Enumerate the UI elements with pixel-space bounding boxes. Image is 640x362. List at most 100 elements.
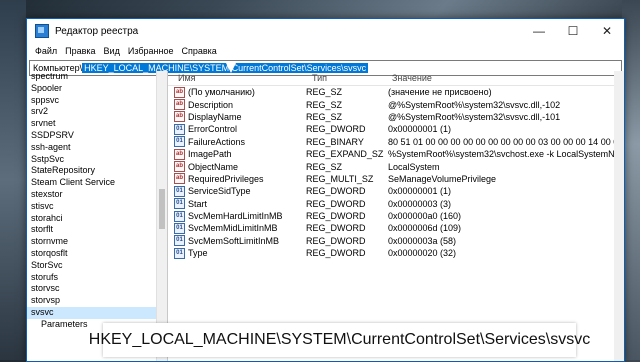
value-data: 0x000000a0 (160) <box>388 211 462 222</box>
tree-item[interactable]: srv2 <box>27 106 167 118</box>
value-row[interactable]: 01 Type REG_DWORD 0x00000020 (32) <box>168 247 624 259</box>
tree-item[interactable]: StateRepository <box>27 165 167 177</box>
string-value-icon: ab <box>174 99 185 111</box>
minimize-button[interactable]: — <box>522 19 556 43</box>
value-data: 0x00000001 (1) <box>388 124 452 135</box>
value-type: REG_SZ <box>306 111 343 122</box>
tree-item[interactable]: StorSvc <box>27 260 167 272</box>
string-value-icon: ab <box>174 148 185 160</box>
value-name: ImagePath <box>188 149 232 160</box>
tree-item[interactable]: ssh-agent <box>27 142 167 154</box>
value-row[interactable]: ab Description REG_SZ @%SystemRoot%\system3… <box>168 98 624 111</box>
tree-item[interactable]: sppsvc <box>27 95 167 107</box>
value-name-cell: 01 Type <box>168 247 298 259</box>
value-name: Description <box>188 99 234 110</box>
string-value-icon: ab <box>174 111 185 123</box>
value-row[interactable]: ab (По умолчанию) REG_SZ (значение не присв… <box>168 86 624 98</box>
tree-item[interactable]: storqosflt <box>27 248 167 260</box>
string-value-icon: ab <box>174 173 185 185</box>
value-rows: ab (По умолчанию) REG_SZ (значение не присв… <box>168 86 624 259</box>
value-name-cell: ab (По умолчанию) <box>168 86 298 98</box>
menu-file[interactable]: Файл <box>31 46 61 56</box>
binary-value-icon: 01 <box>174 136 185 148</box>
value-row[interactable]: 01 FailureActions REG_BINARY 80 51 01 00 00… <box>168 136 624 148</box>
value-row[interactable]: ab RequiredPrivileges REG_MULTI_SZ SeManage… <box>168 173 624 185</box>
tree-item[interactable]: SSDPSRV <box>27 130 167 142</box>
value-type: REG_DWORD <box>306 186 366 197</box>
desktop-background-left <box>0 0 26 360</box>
tree-item[interactable]: storufs <box>27 272 167 284</box>
value-name: SvcMemMidLimitInMB <box>188 223 278 234</box>
values-list[interactable]: Имя Тип Значение ab (По умолчанию) REG_SZ (… <box>168 71 624 361</box>
value-data: @%SystemRoot%\system32\svsvc.dll,-101 <box>388 111 561 122</box>
value-name: Type <box>188 248 208 259</box>
tree-item[interactable]: storflt <box>27 224 167 236</box>
key-tree[interactable]: spectrum Spooler sppsvc srv2 srvnet SSDP… <box>27 71 168 361</box>
value-name: DisplayName <box>188 111 242 122</box>
value-name-cell: ab RequiredPrivileges <box>168 173 298 185</box>
minimize-icon: — <box>533 24 545 38</box>
menu-bar: Файл Правка Вид Избранное Справка <box>27 43 624 59</box>
value-name: RequiredPrivileges <box>188 173 264 184</box>
value-row[interactable]: ab ObjectName REG_SZ LocalSystem <box>168 160 624 173</box>
tree-item[interactable]: Spooler <box>27 83 167 95</box>
value-data: SeManageVolumePrivilege <box>388 173 497 184</box>
value-row[interactable]: 01 Start REG_DWORD 0x00000003 (3) <box>168 198 624 210</box>
maximize-button[interactable]: ☐ <box>556 19 590 43</box>
list-header: Имя Тип Значение <box>168 71 624 86</box>
menu-view[interactable]: Вид <box>100 46 124 56</box>
binary-value-icon: 01 <box>174 235 185 247</box>
column-header-name[interactable]: Имя <box>168 73 302 83</box>
string-value-icon: ab <box>174 161 185 173</box>
window-title: Редактор реестра <box>55 25 139 37</box>
video-caption: HKEY_LOCAL_MACHINE\SYSTEM\CurrentControl… <box>89 323 590 357</box>
value-type: REG_DWORD <box>306 211 366 222</box>
value-data: 0x00000003 (3) <box>388 198 452 209</box>
menu-edit[interactable]: Правка <box>61 46 99 56</box>
value-row[interactable]: ab DisplayName REG_SZ @%SystemRoot%\system3… <box>168 111 624 123</box>
column-header-value[interactable]: Значение <box>382 73 432 83</box>
value-data: 80 51 01 00 00 00 00 00 00 00 00 00 03 0… <box>388 136 624 147</box>
tree-item-selected[interactable]: svsvc <box>27 306 167 319</box>
value-row[interactable]: 01 ErrorControl REG_DWORD 0x00000001 (1) <box>168 123 624 135</box>
tree-item[interactable]: storvsc <box>27 283 167 295</box>
value-type: REG_SZ <box>306 161 343 172</box>
string-value-icon: ab <box>174 86 185 98</box>
tree-item[interactable]: stisvc <box>27 201 167 213</box>
tree-item[interactable]: stornvme <box>27 236 167 248</box>
tree-item[interactable]: storahci <box>27 213 167 225</box>
tree-item[interactable]: SstpSvc <box>27 154 167 166</box>
value-name-cell: ab ObjectName <box>168 161 298 173</box>
close-icon: ✕ <box>601 24 613 38</box>
list-scrollbar[interactable] <box>614 71 624 361</box>
value-name: ErrorControl <box>188 124 238 135</box>
tree-scrollbar[interactable] <box>156 71 167 361</box>
value-name: SvcMemSoftLimitInMB <box>188 235 280 246</box>
close-button[interactable]: ✕ <box>590 19 624 43</box>
tree-item[interactable]: srvnet <box>27 118 167 130</box>
menu-help[interactable]: Справка <box>177 46 220 56</box>
value-data: 0x0000006d (109) <box>388 223 462 234</box>
menu-favorites[interactable]: Избранное <box>124 46 178 56</box>
value-name-cell: 01 ErrorControl <box>168 123 298 135</box>
value-row[interactable]: ab ImagePath REG_EXPAND_SZ %SystemRoot%\sys… <box>168 148 624 160</box>
value-row[interactable]: 01 SvcMemSoftLimitInMB REG_DWORD 0x0000003a… <box>168 235 624 247</box>
value-row[interactable]: 01 SvcMemHardLimitInMB REG_DWORD 0x000000a0… <box>168 210 624 222</box>
value-name: SvcMemHardLimitInMB <box>188 211 283 222</box>
tree-item[interactable]: storvsp <box>27 295 167 307</box>
binary-value-icon: 01 <box>174 247 185 259</box>
tree-item[interactable]: stexstor <box>27 189 167 201</box>
value-data: 0x0000003a (58) <box>388 235 457 246</box>
value-row[interactable]: 01 ServiceSidType REG_DWORD 0x00000001 (1) <box>168 185 624 197</box>
binary-value-icon: 01 <box>174 210 185 222</box>
tree-scrollbar-thumb[interactable] <box>159 189 165 229</box>
column-header-type[interactable]: Тип <box>302 73 382 83</box>
registry-editor-icon <box>35 24 49 38</box>
title-bar[interactable]: Редактор реестра — ☐ ✕ <box>27 19 624 43</box>
value-name: (По умолчанию) <box>188 87 255 98</box>
tree-item[interactable]: spectrum <box>27 71 167 83</box>
maximize-icon: ☐ <box>567 24 579 38</box>
value-row[interactable]: 01 SvcMemMidLimitInMB REG_DWORD 0x0000006d … <box>168 222 624 234</box>
value-type: REG_SZ <box>306 87 343 98</box>
tree-item[interactable]: Steam Client Service <box>27 177 167 189</box>
